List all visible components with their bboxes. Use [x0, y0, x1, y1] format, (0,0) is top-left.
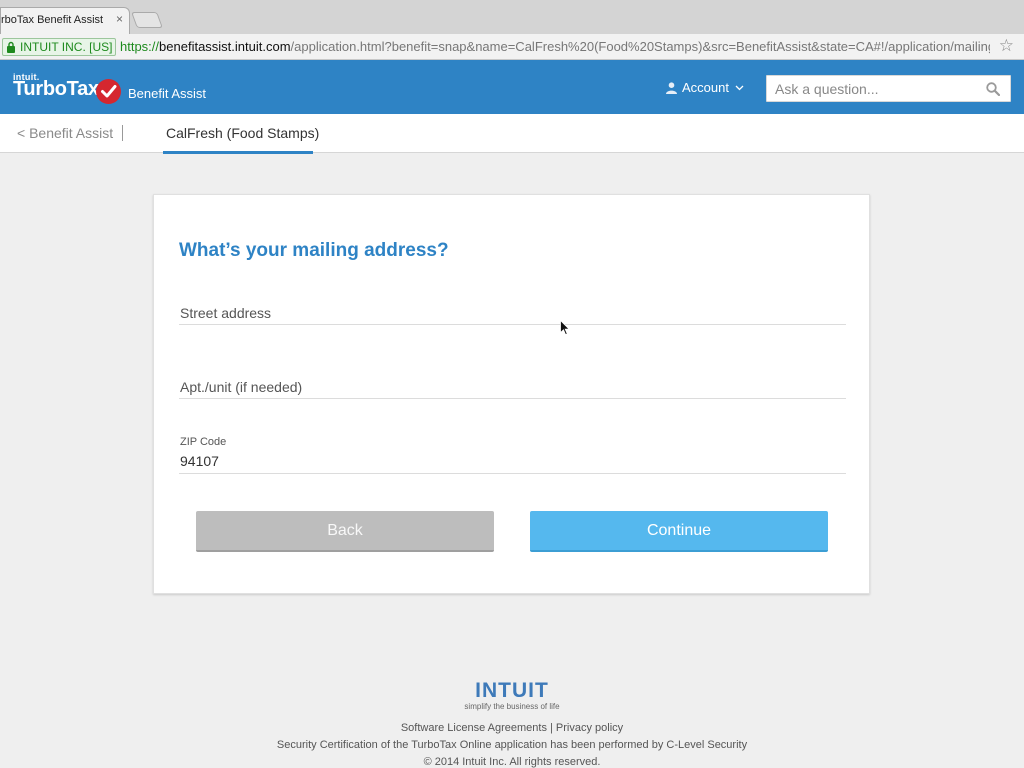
- browser-tab-title: rboTax Benefit Assist: [1, 14, 104, 26]
- zip-code-label: ZIP Code: [180, 436, 227, 448]
- street-address-field[interactable]: Street address: [179, 299, 846, 325]
- continue-button[interactable]: Continue: [530, 511, 828, 552]
- question-title: What’s your mailing address?: [179, 240, 449, 261]
- tab-calfresh[interactable]: CalFresh (Food Stamps): [163, 114, 319, 154]
- active-tab-indicator: [163, 151, 313, 154]
- close-tab-icon[interactable]: ×: [116, 12, 123, 26]
- apt-unit-field[interactable]: Apt./unit (if needed): [179, 373, 846, 399]
- apt-unit-placeholder: Apt./unit (if needed): [180, 379, 303, 395]
- sub-navigation: < Benefit Assist CalFresh (Food Stamps): [0, 114, 1024, 154]
- intuit-footer-wordmark: INTUIT: [475, 679, 549, 702]
- search-box: [766, 75, 1011, 102]
- url-scheme: https://: [120, 39, 160, 54]
- ev-certificate-label: INTUIT INC. [US]: [20, 40, 113, 54]
- browser-tab[interactable]: rboTax Benefit Assist ×: [0, 7, 130, 34]
- search-input[interactable]: [767, 76, 977, 101]
- lock-icon: [7, 41, 15, 53]
- intuit-footer-logo[interactable]: INTUIT simplify the business of life: [462, 679, 562, 711]
- url-path: /application.html?benefit=snap&name=CalF…: [290, 39, 990, 54]
- footer-tagline: simplify the business of life: [464, 702, 560, 711]
- mouse-cursor-icon: [560, 320, 570, 336]
- chevron-down-icon: [735, 85, 744, 90]
- zip-code-field[interactable]: ZIP Code 94107: [179, 436, 846, 474]
- footer-certification: Security Certification of the TurboTax O…: [276, 739, 748, 751]
- new-tab-button[interactable]: [131, 12, 163, 28]
- street-address-placeholder: Street address: [180, 305, 272, 321]
- back-to-benefit-assist-link[interactable]: < Benefit Assist: [17, 125, 113, 141]
- user-icon: [666, 81, 677, 94]
- account-menu[interactable]: Account: [666, 80, 744, 95]
- checkmark-icon: [96, 79, 121, 104]
- browser-tab-bar: rboTax Benefit Assist ×: [0, 0, 1024, 34]
- url-host: benefitassist.intuit.com: [159, 39, 291, 54]
- tab-calfresh-label: CalFresh (Food Stamps): [166, 125, 320, 141]
- back-button[interactable]: Back: [196, 511, 494, 552]
- ev-certificate-badge[interactable]: INTUIT INC. [US]: [2, 38, 117, 56]
- zip-code-value: 94107: [180, 453, 219, 469]
- mailing-address-card: What’s your mailing address? Street addr…: [153, 194, 870, 594]
- app-header: intuit. TurboTax Benefit Assist Account: [0, 60, 1024, 114]
- footer-copyright: © 2014 Intuit Inc. All rights reserved.: [423, 756, 601, 768]
- star-icon[interactable]: ☆: [999, 36, 1014, 56]
- url-text[interactable]: https://benefitassist.intuit.com/applica…: [120, 39, 990, 54]
- nav-divider: [122, 125, 123, 141]
- turbotax-wordmark: TurboTax: [13, 78, 99, 100]
- search-icon[interactable]: [986, 82, 1000, 96]
- benefit-assist-wordmark: Benefit Assist: [128, 86, 207, 101]
- account-label: Account: [682, 80, 729, 95]
- address-bar[interactable]: INTUIT INC. [US] https://benefitassist.i…: [0, 34, 1024, 60]
- footer-links[interactable]: Software License Agreements | Privacy po…: [0, 722, 1024, 734]
